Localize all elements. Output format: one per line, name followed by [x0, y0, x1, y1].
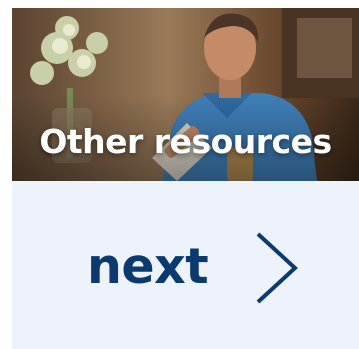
resources-card[interactable]: Other resources next — [12, 8, 359, 349]
chevron-right-icon — [256, 232, 298, 304]
next-link[interactable]: next — [12, 181, 359, 349]
hero-image: Other resources — [12, 8, 359, 181]
card-title: Other resources — [39, 122, 332, 161]
next-label: next — [87, 238, 209, 295]
